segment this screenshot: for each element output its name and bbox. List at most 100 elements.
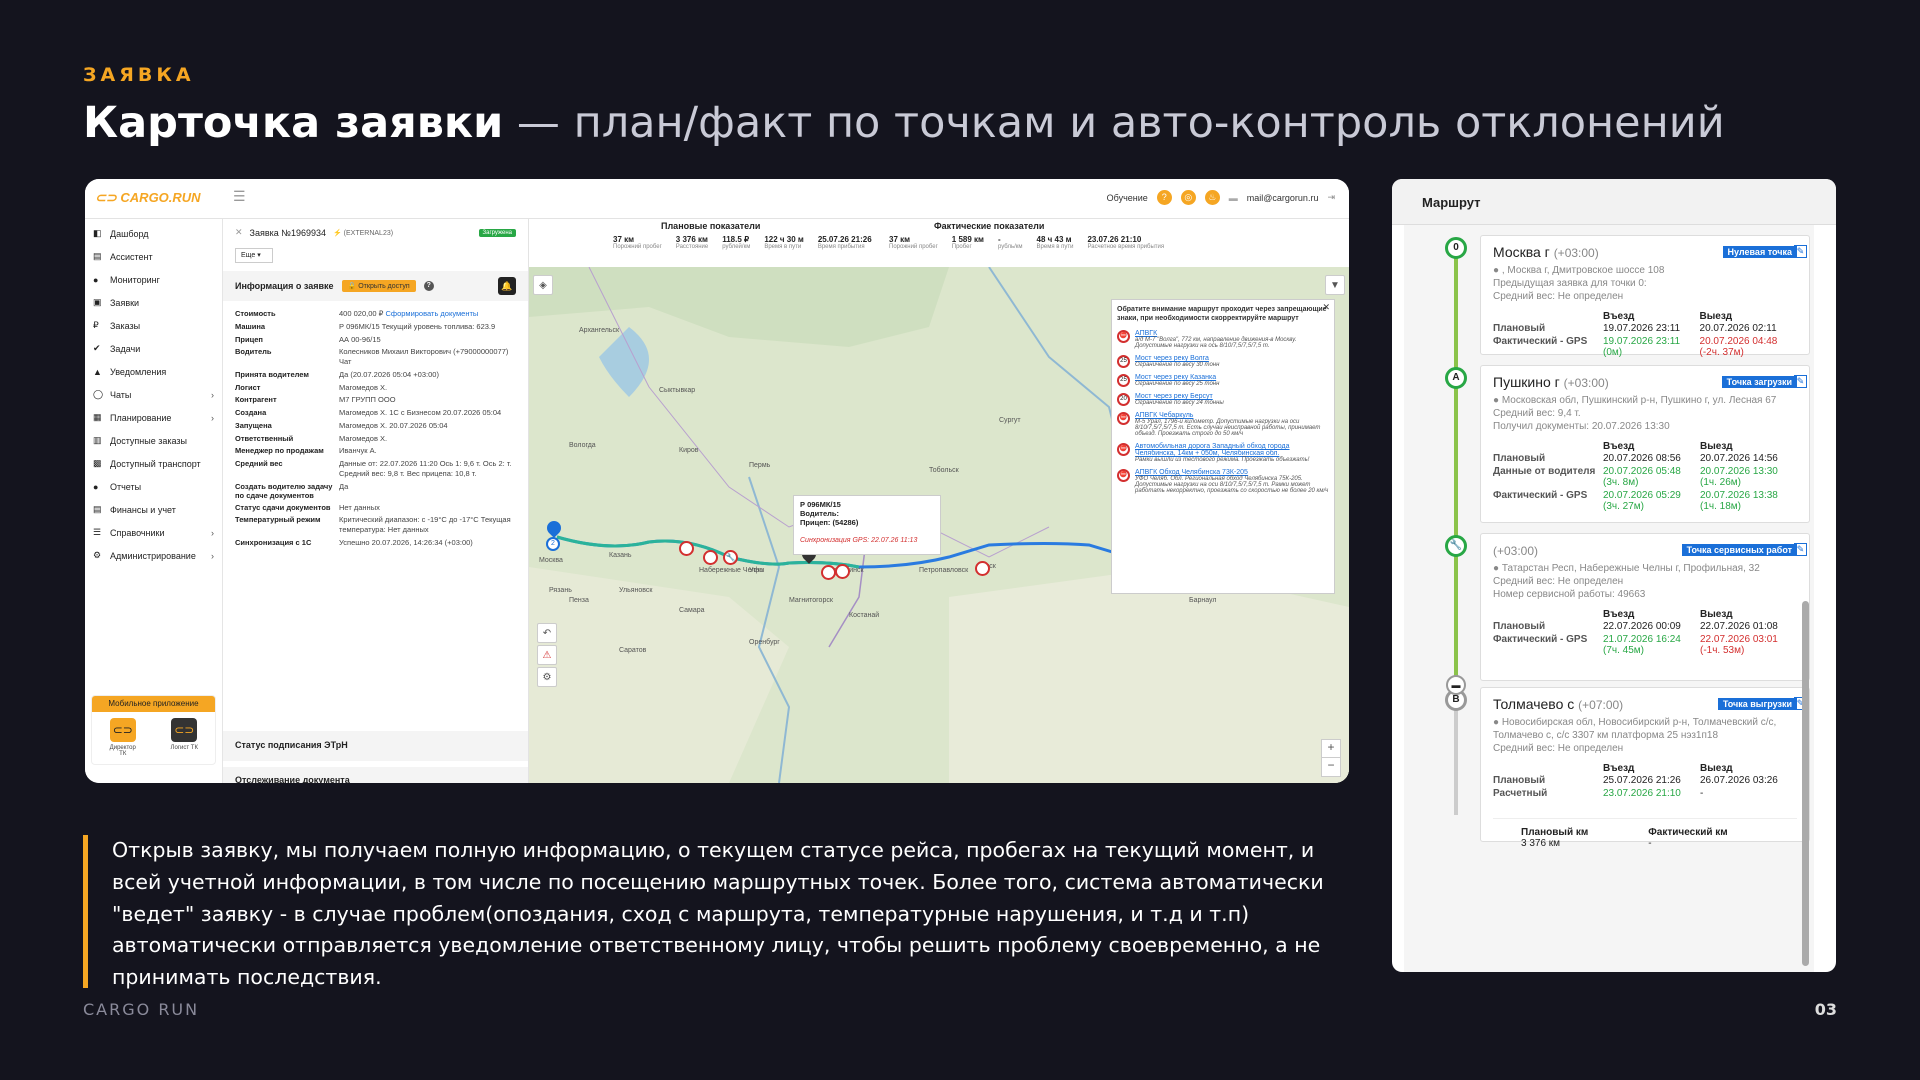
training-link[interactable]: Обучение [1107, 193, 1148, 203]
sidebar-item[interactable]: ▩ Доступный транспорт [85, 452, 222, 475]
warning-title[interactable]: Мост через реку Казанка [1135, 374, 1219, 381]
alert-icon[interactable]: ⚠ [537, 645, 557, 665]
app-director[interactable]: ⊂⊃ Директор ТК [109, 718, 137, 757]
warning-title[interactable]: Мост через реку Берсут [1135, 393, 1224, 400]
warning-item[interactable]: ⛔ Автомобильная дорога Западный обход гор… [1117, 443, 1329, 463]
sidebar-item[interactable]: ✔ Задачи [85, 337, 222, 360]
scrollbar[interactable] [1802, 601, 1809, 966]
service-marker[interactable]: 🔧 [723, 550, 738, 565]
support-icon[interactable]: ◎ [1180, 190, 1196, 205]
close-icon[interactable]: ✕ [235, 227, 243, 238]
warning-title[interactable]: Мост через реку Волга [1135, 355, 1219, 362]
warning-title[interactable]: АПВГК Обход Челябинска 73К-205 [1135, 469, 1329, 476]
sidebar-item[interactable]: ▥ Доступные заказы [85, 429, 222, 452]
warning-sign-marker[interactable] [703, 550, 718, 565]
sidebar-item[interactable]: ▲ Уведомления [85, 360, 222, 383]
open-access-button[interactable]: 🔒 Открыть доступ [341, 280, 416, 292]
app-logist[interactable]: ⊂⊃ Логист ТК [170, 718, 198, 757]
warning-item[interactable]: ⛔ АПВГК Чебаркуль М-5 Урал, 1796-й километ… [1117, 412, 1329, 437]
sidebar-item[interactable]: ▤ Финансы и учет [85, 498, 222, 521]
warning-desc: М-5 Урал, 1796-й километр. Допустимые на… [1135, 419, 1321, 438]
info-row-value: Иванчук А. [339, 446, 377, 456]
time-cell: 20.07.2026 02:11 [1699, 323, 1777, 334]
sidebar-item[interactable]: ● Мониторинг [85, 268, 222, 291]
warning-item[interactable]: 25 Мост через реку Казанка Ограничение по … [1117, 374, 1329, 388]
info-row: Контрагент М7 ГРУПП ООО [235, 395, 516, 405]
bell-icon[interactable]: 🔔 [498, 277, 516, 295]
more-dropdown[interactable]: Еще ▾ [235, 248, 273, 263]
edit-icon[interactable]: ✎ [1794, 375, 1807, 388]
warning-title[interactable]: Автомобильная дорога Западный обход горо… [1135, 443, 1329, 457]
kpi-plan-item: 37 км Порожний пробег [613, 235, 662, 250]
sidebar-item[interactable]: ● Отчеты [85, 475, 222, 498]
kpi-label: Время в пути [1036, 244, 1074, 250]
map-settings-icon[interactable]: ⚙ [537, 667, 557, 687]
time-cell: 23.07.2026 21:10 [1603, 788, 1681, 799]
filter-icon[interactable]: ▼ [1325, 275, 1345, 295]
warning-sign-marker[interactable] [679, 541, 694, 556]
help-icon[interactable]: ? [1156, 190, 1172, 205]
sidebar-item[interactable]: ◧ Дашборд [85, 222, 222, 245]
info-row-label: Температурный режим [235, 515, 321, 525]
kpi-plan-item: 122 ч 30 м Время в пути [764, 235, 803, 250]
help-icon[interactable]: ? [423, 281, 434, 291]
edit-icon[interactable]: ✎ [1794, 543, 1807, 556]
route-point-card[interactable]: Москва г (+03:00) Нулевая точка ✎ ● , Москв… [1480, 235, 1810, 358]
kpi-label: Расстояние [675, 244, 709, 250]
zoom-out-button[interactable]: − [1322, 758, 1340, 776]
app-logo[interactable]: ⊂⊃ CARGO.RUN [95, 190, 201, 206]
time-row-label: Плановый [1493, 775, 1546, 786]
menu-toggle-icon[interactable]: ☰ [233, 188, 246, 205]
close-icon[interactable]: ✕ [1322, 302, 1330, 313]
marker-start[interactable]: 2 [546, 537, 560, 551]
warning-sign-marker[interactable] [821, 565, 836, 580]
time-column-header: Выезд [1699, 311, 1733, 322]
request-number: Заявка №1969934 [249, 227, 326, 238]
route-point-card[interactable]: Пушкино г (+03:00) Точка загрузки ✎ ● Моско… [1480, 365, 1810, 523]
chevron-right-icon: › [211, 389, 214, 400]
info-row: Статус сдачи документов Нет данных [235, 503, 516, 513]
user-email[interactable]: mail@cargorun.ru [1247, 193, 1319, 203]
truck-icon[interactable]: ▬ [1229, 193, 1238, 203]
layers-icon[interactable]: ◈ [533, 275, 553, 295]
sidebar-item[interactable]: ▣ Заявки [85, 291, 222, 314]
edit-icon[interactable]: ✎ [1794, 245, 1807, 258]
doc-tracking-section[interactable]: Отслеживание документа [223, 767, 528, 783]
time-cell: 20.07.2026 13:38 (1ч. 18м) [1700, 489, 1797, 513]
route-point-card[interactable]: Толмачево с (+07:00) Точка выгрузки ✎ ● Нов… [1480, 687, 1810, 849]
kpi-fact-item: 1 589 км Пробег [952, 235, 984, 250]
info-row-label: Средний вес [235, 459, 283, 468]
logout-icon[interactable]: ⇥ [1327, 192, 1335, 203]
route-point-card[interactable]: (+03:00) Точка сервисных работ ✎ ● Татарста… [1480, 533, 1810, 681]
warning-sign-marker[interactable] [835, 564, 850, 579]
map-city-label: Архангельск [579, 327, 620, 334]
route-point-meta: Предыдущая заявка для точки 0: [1493, 278, 1647, 289]
warning-item[interactable]: 20 Мост через реку Берсут Ограничение по в… [1117, 393, 1329, 407]
sidebar-item[interactable]: ▤ Ассистент [85, 245, 222, 268]
sidebar-item[interactable]: ⚙ Администрирование › [85, 544, 222, 567]
generate-docs-link[interactable]: Сформировать документы [385, 309, 478, 318]
route-point-type-tag: Точка загрузки [1721, 376, 1797, 388]
warning-item[interactable]: ⛔ АПВГК Обход Челябинска 73К-205 УФО Челяб… [1117, 469, 1329, 494]
signature-status-section[interactable]: Статус подписания ЭТрН [223, 731, 528, 761]
kpi-label: Расчетное время прибытия [1087, 244, 1165, 250]
info-row-value: Колесников Михаил Викторович (+790000000… [339, 347, 509, 366]
sidebar-item[interactable]: ☰ Справочники › [85, 521, 222, 544]
sidebar-item[interactable]: ₽ Заказы [85, 314, 222, 337]
route-map[interactable]: Архангельск Сыктывкар Сургут Вологда Киров Пе… [529, 267, 1349, 783]
info-row: Создать водителю задачу по сдаче докумен… [235, 482, 516, 500]
warning-item[interactable]: 25 Мост через реку Волга Ограничение по ве… [1117, 355, 1329, 369]
zoom-in-button[interactable]: + [1322, 740, 1340, 758]
notify-icon[interactable]: ♨ [1204, 190, 1220, 205]
undo-icon[interactable]: ↶ [537, 623, 557, 643]
warning-title[interactable]: АПВГК [1135, 330, 1329, 337]
warning-sign-marker[interactable] [975, 561, 990, 576]
time-column-header: Въезд [1603, 609, 1635, 620]
info-row-value: Данные от: 22.07.2026 11:20 Ось 1: 9,6 т… [339, 459, 512, 478]
kpi-plan-item: 118.5 ₽ рублей/км [722, 235, 750, 250]
sidebar-item[interactable]: ◯ Чаты › [85, 383, 222, 406]
requests-icon: ▣ [93, 297, 102, 307]
info-row: Запущена Магомедов Х. 20.07.2026 05:04 [235, 421, 516, 431]
sidebar-item[interactable]: ▦ Планирование › [85, 406, 222, 429]
warning-item[interactable]: ⛔ АПВГК а/д М-7 "Волга", 772 км, направлен… [1117, 330, 1329, 349]
